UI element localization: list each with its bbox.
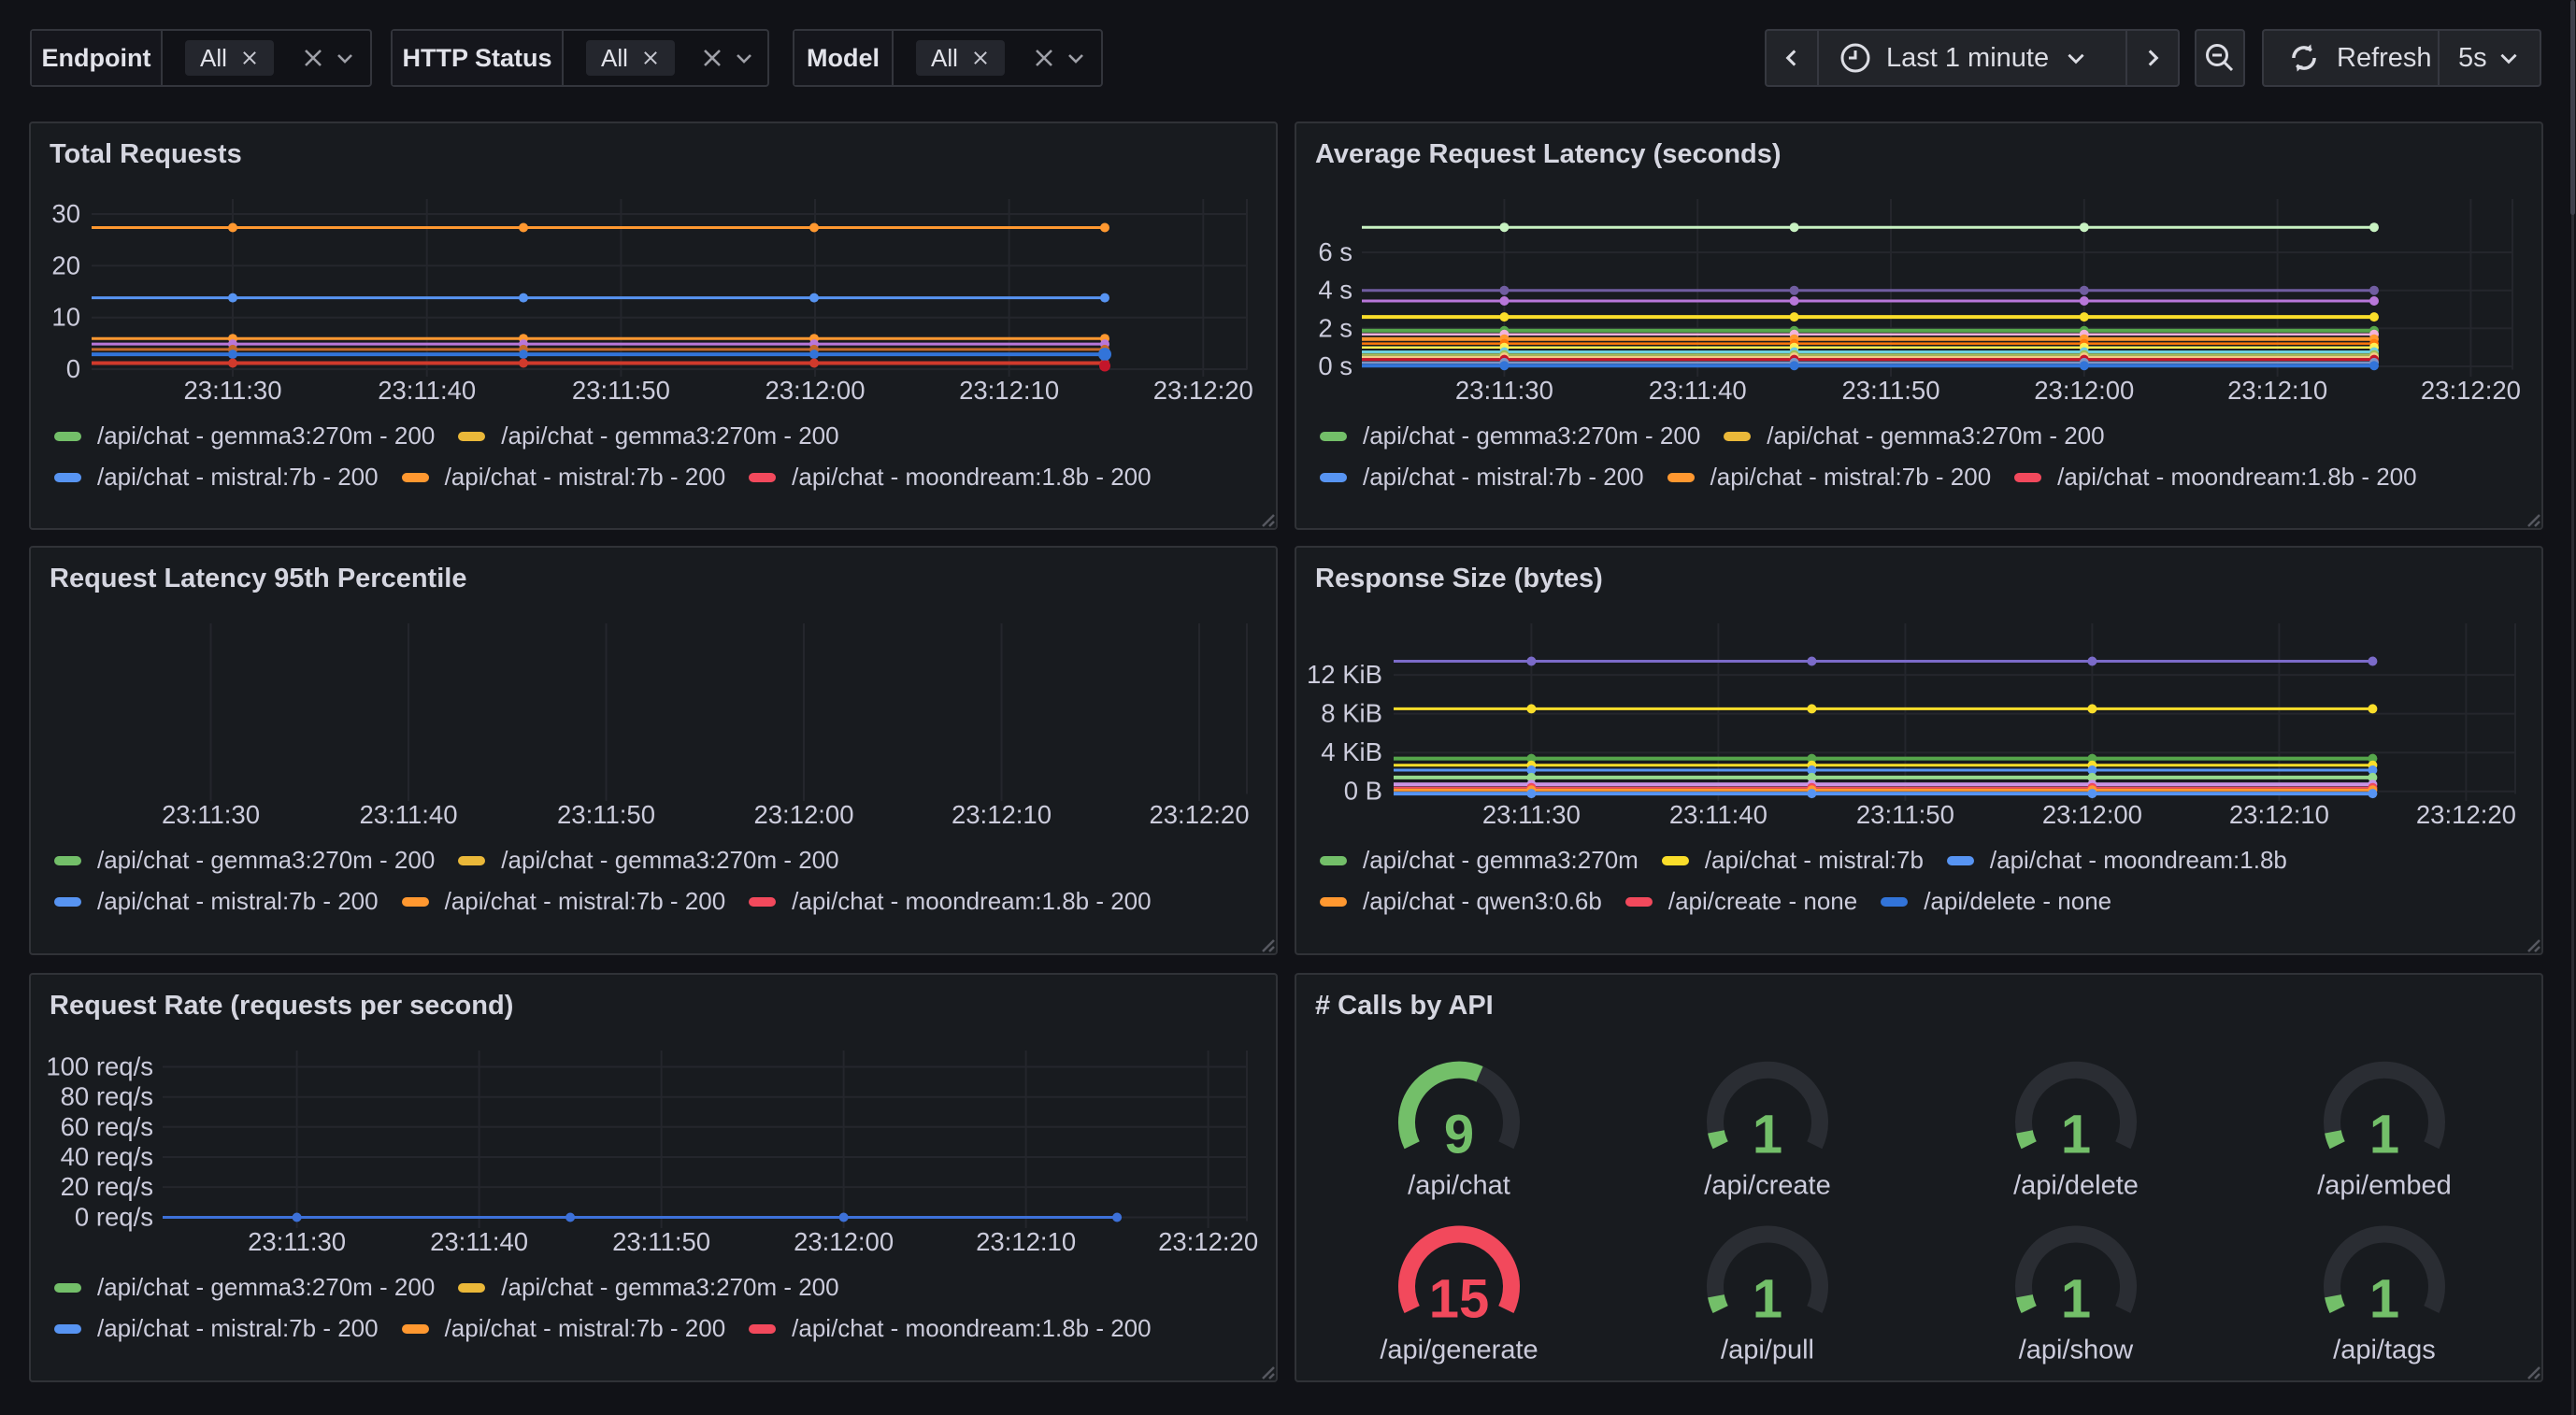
svg-text:20 req/s: 20 req/s — [61, 1172, 153, 1201]
svg-text:23:12:20: 23:12:20 — [2416, 800, 2516, 829]
svg-text:23:12:00: 23:12:00 — [765, 376, 865, 405]
svg-text:1: 1 — [1753, 1269, 1782, 1330]
svg-text:/api/delete: /api/delete — [2013, 1171, 2139, 1201]
svg-text:23:12:20: 23:12:20 — [1153, 376, 1253, 405]
svg-text:4 KiB: 4 KiB — [1321, 737, 1382, 766]
svg-text:0 req/s: 0 req/s — [75, 1203, 153, 1232]
svg-text:/api/generate: /api/generate — [1380, 1336, 1538, 1365]
svg-text:4 s: 4 s — [1318, 276, 1352, 305]
svg-text:# Calls by API: # Calls by API — [1315, 991, 1494, 1021]
svg-text:12 KiB: 12 KiB — [1307, 660, 1382, 689]
svg-text:/api/embed: /api/embed — [2317, 1171, 2452, 1201]
svg-text:1: 1 — [2061, 1105, 2091, 1165]
svg-text:9: 9 — [1444, 1105, 1474, 1165]
svg-text:23:11:50: 23:11:50 — [557, 800, 655, 829]
svg-text:8 KiB: 8 KiB — [1321, 699, 1382, 728]
svg-text:23:11:30: 23:11:30 — [183, 376, 281, 405]
svg-text:23:12:10: 23:12:10 — [976, 1227, 1076, 1256]
svg-text:20: 20 — [51, 250, 80, 279]
svg-text:23:12:20: 23:12:20 — [1158, 1227, 1258, 1256]
svg-text:1: 1 — [2061, 1269, 2091, 1330]
svg-text:1: 1 — [2369, 1269, 2399, 1330]
svg-text:23:12:20: 23:12:20 — [2421, 376, 2521, 405]
svg-text:1: 1 — [2369, 1105, 2399, 1165]
svg-text:23:12:10: 23:12:10 — [2229, 800, 2329, 829]
svg-text:23:11:40: 23:11:40 — [430, 1227, 528, 1256]
svg-text:6 s: 6 s — [1318, 237, 1352, 266]
svg-text:23:11:50: 23:11:50 — [1841, 376, 1939, 405]
svg-text:/api/create: /api/create — [1704, 1171, 1830, 1201]
svg-text:23:11:40: 23:11:40 — [359, 800, 457, 829]
svg-text:10: 10 — [51, 303, 80, 332]
svg-text:80 req/s: 80 req/s — [61, 1082, 153, 1111]
svg-text:0 s: 0 s — [1318, 351, 1352, 380]
svg-text:23:12:00: 23:12:00 — [2042, 800, 2142, 829]
svg-text:23:11:50: 23:11:50 — [612, 1227, 710, 1256]
svg-text:23:12:10: 23:12:10 — [952, 800, 1052, 829]
svg-text:23:12:00: 23:12:00 — [794, 1227, 894, 1256]
svg-text:1: 1 — [1753, 1105, 1782, 1165]
svg-text:23:11:30: 23:11:30 — [248, 1227, 346, 1256]
svg-text:23:11:30: 23:11:30 — [1482, 800, 1581, 829]
svg-text:23:12:10: 23:12:10 — [2227, 376, 2327, 405]
svg-text:30: 30 — [51, 199, 80, 228]
svg-text:23:11:40: 23:11:40 — [378, 376, 476, 405]
svg-text:60 req/s: 60 req/s — [61, 1112, 153, 1141]
svg-text:23:11:40: 23:11:40 — [1649, 376, 1747, 405]
svg-text:23:12:20: 23:12:20 — [1149, 800, 1249, 829]
svg-text:/api/pull: /api/pull — [1721, 1336, 1814, 1365]
svg-text:Request Rate (requests per sec: Request Rate (requests per second) — [50, 991, 513, 1021]
svg-text:/api/tags: /api/tags — [2333, 1336, 2436, 1365]
svg-text:23:11:40: 23:11:40 — [1669, 800, 1767, 829]
svg-text:23:11:30: 23:11:30 — [1455, 376, 1553, 405]
svg-text:23:11:50: 23:11:50 — [1856, 800, 1954, 829]
svg-text:23:12:00: 23:12:00 — [2034, 376, 2134, 405]
svg-text:Request Latency 95th Percentil: Request Latency 95th Percentile — [50, 564, 466, 593]
svg-text:Total Requests: Total Requests — [50, 139, 242, 169]
svg-text:100 req/s: 100 req/s — [46, 1052, 153, 1081]
svg-text:2 s: 2 s — [1318, 313, 1352, 342]
svg-text:/api/chat: /api/chat — [1408, 1171, 1510, 1201]
svg-text:23:11:50: 23:11:50 — [572, 376, 670, 405]
svg-text:15: 15 — [1429, 1269, 1490, 1330]
svg-text:23:11:30: 23:11:30 — [162, 800, 260, 829]
svg-text:Response Size (bytes): Response Size (bytes) — [1315, 564, 1603, 593]
svg-text:Average Request Latency (secon: Average Request Latency (seconds) — [1315, 139, 1782, 169]
svg-text:0 B: 0 B — [1344, 777, 1382, 806]
svg-text:/api/show: /api/show — [2019, 1336, 2135, 1365]
svg-text:0: 0 — [66, 354, 80, 383]
svg-text:23:12:00: 23:12:00 — [753, 800, 853, 829]
svg-text:23:12:10: 23:12:10 — [959, 376, 1059, 405]
svg-text:40 req/s: 40 req/s — [61, 1142, 153, 1171]
